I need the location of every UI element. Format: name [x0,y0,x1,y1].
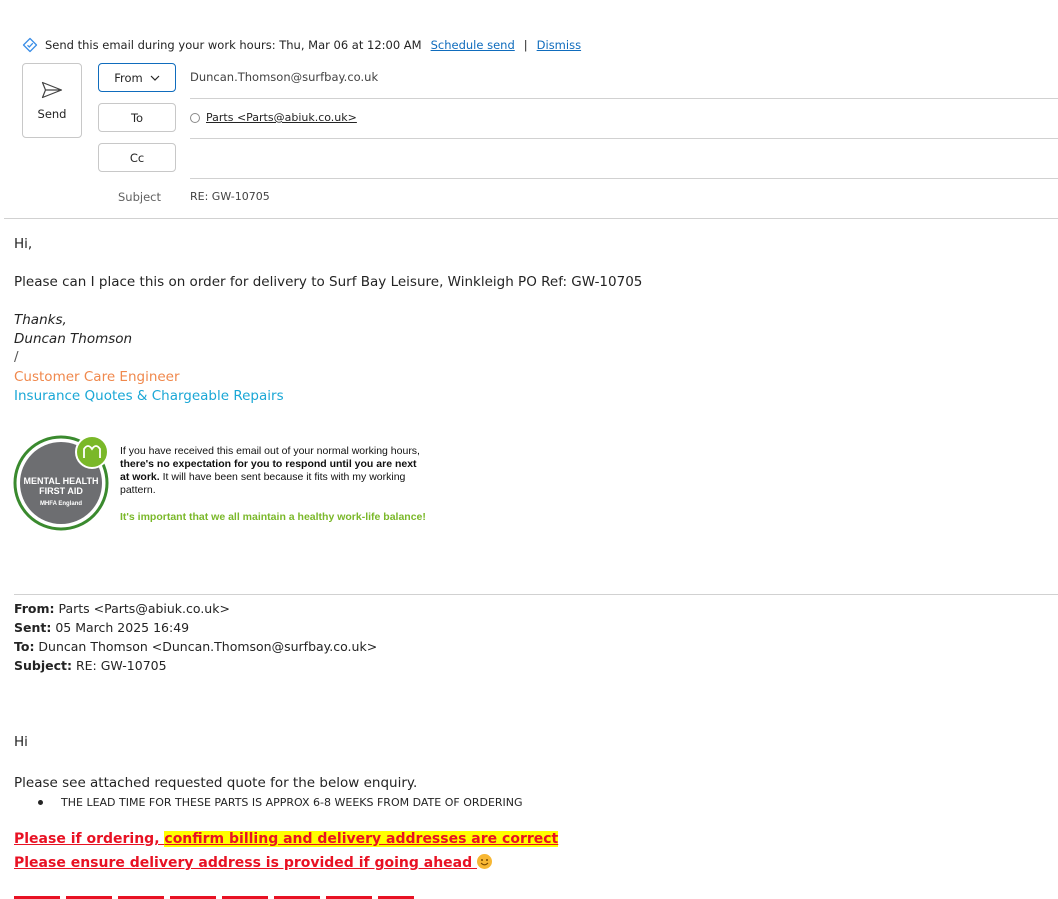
from-value: Duncan.Thomson@surfbay.co.uk [190,70,379,84]
banner-text: Send this email during your work hours: … [45,38,422,52]
cc-input[interactable] [190,143,1058,177]
send-button[interactable]: Send [22,63,82,138]
to-recipient-chip[interactable]: Parts <Parts@abiuk.co.uk> [190,111,357,124]
quoted-sent-label: Sent: [14,620,52,635]
smiley-icon [477,854,493,869]
quoted-from: From: Parts <Parts@abiuk.co.uk> [14,601,230,616]
dismiss-link[interactable]: Dismiss [537,38,581,52]
quoted-bullet: THE LEAD TIME FOR THESE PARTS IS APPROX … [38,796,523,809]
mhfa-notice-a: If you have received this email out of y… [120,445,420,457]
banner-separator: | [523,38,528,52]
body-slash: / [14,349,19,365]
quoted-line1: Please see attached requested quote for … [14,775,418,791]
red-notice-1: Please if ordering, confirm billing and … [14,831,559,847]
red-notice-2: Please ensure delivery address is provid… [14,854,493,871]
mhfa-balance-note: It's important that we all maintain a he… [120,511,426,523]
quoted-from-value: Parts <Parts@abiuk.co.uk> [54,601,230,616]
bullet-dot [38,800,43,805]
to-button[interactable]: To [98,103,176,132]
from-label: From [114,70,143,85]
mhfa-badge-line1: MENTAL HEALTH [24,476,99,486]
quoted-subject-value: RE: GW-10705 [72,658,167,673]
quoted-to-label: To: [14,639,35,654]
body-line1: Please can I place this on order for del… [14,274,643,290]
mhfa-logo: MENTAL HEALTH FIRST AID MHFA England [13,435,109,531]
body-thanks: Thanks, [14,312,67,328]
quoted-to: To: Duncan Thomson <Duncan.Thomson@surfb… [14,639,377,654]
quoted-bullet-text: THE LEAD TIME FOR THESE PARTS IS APPROX … [61,796,523,809]
signature-dept: Insurance Quotes & Chargeable Repairs [14,388,284,404]
chevron-down-icon [150,75,160,81]
mhfa-badge-line2: FIRST AID [39,486,83,496]
cc-divider [190,178,1058,179]
quoted-sent-value: 05 March 2025 16:49 [51,620,190,635]
from-divider [190,98,1058,99]
send-icon [41,81,63,98]
red-notice-3-clipped [14,893,414,899]
body-name: Duncan Thomson [14,331,133,347]
header-divider [4,218,1058,219]
quoted-from-label: From: [14,601,55,616]
quoted-subject-label: Subject: [14,658,72,673]
quote-divider [14,594,1058,595]
cc-button[interactable]: Cc [98,143,176,172]
quoted-sent: Sent: 05 March 2025 16:49 [14,620,189,635]
red-notice-1b-highlight: confirm billing and delivery addresses a… [164,831,559,847]
to-divider [190,138,1058,139]
quoted-to-value: Duncan Thomson <Duncan.Thomson@surfbay.c… [34,639,378,654]
send-label: Send [37,106,67,121]
presence-icon [190,112,200,123]
clock-send-icon [22,37,38,53]
cc-label: Cc [129,150,145,165]
red-notice-2-text: Please ensure delivery address is provid… [14,855,478,871]
schedule-send-banner: Send this email during your work hours: … [22,37,581,53]
quoted-subject: Subject: RE: GW-10705 [14,658,167,673]
mhfa-badge-line3: MHFA England [40,501,82,507]
from-button[interactable]: From [98,63,176,92]
signature-title: Customer Care Engineer [14,369,180,385]
quoted-greeting: Hi [14,734,28,750]
subject-label: Subject [118,190,161,204]
body-greeting: Hi, [14,236,33,252]
subject-input[interactable]: RE: GW-10705 [190,190,270,203]
red-notice-1a: Please if ordering, [14,831,165,847]
to-label: To [130,110,144,125]
mhfa-notice-c: It will have been sent because it fits w… [120,471,406,496]
to-recipient: Parts <Parts@abiuk.co.uk> [206,111,357,124]
schedule-send-link[interactable]: Schedule send [431,38,515,52]
mhfa-notice: If you have received this email out of y… [120,445,420,497]
